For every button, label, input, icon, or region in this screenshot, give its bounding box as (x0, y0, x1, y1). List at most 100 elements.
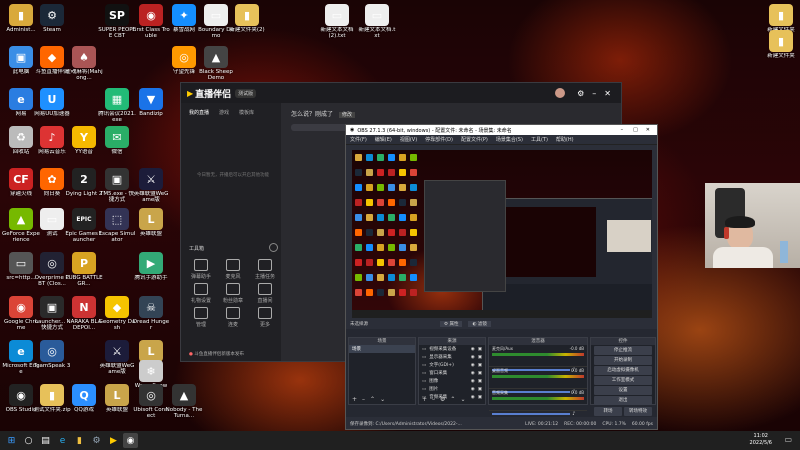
desktop-icon[interactable]: L英雄联盟 (132, 208, 170, 237)
lock-icon[interactable]: ▣ (478, 347, 482, 352)
remove-scene-icon[interactable]: – (362, 396, 365, 403)
remove-source-icon[interactable]: – (432, 396, 435, 403)
desktop-icon[interactable]: ▦ 腾讯会议2021.exe (98, 88, 136, 123)
desktop-icon[interactable]: P PUBG BATTLEGR... (65, 252, 103, 287)
scene-up-icon[interactable]: ⌃ (370, 396, 375, 403)
source-item[interactable]: ▭ 图像 ◉ ▣ (419, 377, 485, 385)
add-source-icon[interactable]: + (422, 396, 427, 403)
control-button[interactable]: 开始录制 (594, 356, 652, 365)
visibility-icon[interactable]: ◉ (471, 347, 475, 352)
desktop-icon[interactable]: L英雄联盟 (98, 384, 136, 413)
tool-item[interactable]: 主播任务 (253, 259, 277, 280)
tab-templates[interactable]: 模板库 (239, 109, 254, 116)
add-scene-icon[interactable]: + (352, 396, 357, 403)
avatar[interactable] (555, 88, 566, 98)
visibility-icon[interactable]: ◉ (471, 395, 475, 400)
lock-icon[interactable]: ▣ (478, 355, 482, 360)
visibility-icon[interactable]: ◉ (471, 355, 475, 360)
desktop-icon[interactable]: ▮新建文件夹 (762, 30, 800, 59)
obs-menu-item[interactable]: 配置文件(P) (461, 136, 488, 143)
source-item[interactable]: ▭ 文字(GDI+) ◉ ▣ (419, 361, 485, 369)
source-settings-icon[interactable]: ⚙ (440, 396, 445, 403)
transition-button[interactable]: 转场 (594, 407, 622, 416)
source-item[interactable]: ▭ 显示器采集 ◉ ▣ (419, 353, 485, 361)
livehelper-taskbar-icon[interactable]: ▶ (106, 433, 121, 448)
explorer-taskbar-icon[interactable]: ▮ (72, 433, 87, 448)
edge-taskbar-icon[interactable]: e (55, 433, 70, 448)
obs-menu-item[interactable]: 停靠部件(D) (425, 136, 453, 143)
obs-maximize-icon[interactable]: □ (633, 127, 638, 133)
control-button[interactable]: 工作室模式 (594, 376, 652, 385)
mute-icon[interactable]: ♪ (572, 411, 575, 417)
desktop-icon[interactable]: ⬚ Escape Simulator (98, 208, 136, 243)
control-button[interactable]: 启动虚拟摄像机 (594, 366, 652, 375)
obs-menu-item[interactable]: 帮助(H) (556, 136, 574, 143)
tool-item[interactable]: 礼物设置 (189, 283, 213, 304)
obs-titlebar[interactable]: ◉ OBS 27.1.3 (64-bit, windows) - 配置文件: 未… (346, 125, 657, 135)
desktop-icon[interactable]: ▼ Bandizip (132, 88, 170, 117)
lock-icon[interactable]: ▣ (478, 363, 482, 368)
source-item[interactable]: ▭ 视频采集设备 ◉ ▣ (419, 345, 485, 353)
control-button[interactable]: 设置 (594, 386, 652, 395)
start-button[interactable]: ⊞ (4, 433, 19, 448)
scene-item[interactable]: 场景 (349, 345, 415, 353)
lock-icon[interactable]: ▣ (478, 395, 482, 400)
volume-slider[interactable] (492, 413, 571, 415)
visibility-icon[interactable]: ◉ (471, 387, 475, 392)
obs-menu-item[interactable]: 编辑(E) (375, 136, 392, 143)
room-title[interactable]: 怎么说？刚成了 (291, 111, 333, 118)
properties-button[interactable]: ⚙ 属性 (440, 321, 463, 327)
tool-item[interactable]: 直播间 (253, 283, 277, 304)
desktop-icon[interactable]: ⚙ Steam (33, 4, 71, 33)
lock-icon[interactable]: ▣ (478, 387, 482, 392)
tool-item[interactable]: 更多 (253, 307, 277, 328)
obs-close-icon[interactable]: ✕ (646, 127, 650, 133)
filters-button[interactable]: ◐ 滤镜 (468, 321, 491, 327)
settings-icon[interactable]: ⚙ (577, 89, 584, 98)
obs-window[interactable]: ◉ OBS 27.1.3 (64-bit, windows) - 配置文件: 未… (345, 124, 658, 430)
desktop-icon[interactable]: ⚔ 英雄联盟WeGame版 (98, 340, 136, 375)
visibility-icon[interactable]: ◉ (471, 363, 475, 368)
desktop-icon[interactable]: ▲ Nobody - The Turna... (165, 384, 203, 419)
desktop-icon[interactable]: SP SUPER PEOPLE CBT (98, 4, 136, 39)
lock-icon[interactable]: ▣ (478, 371, 482, 376)
visibility-icon[interactable]: ◉ (471, 371, 475, 376)
tool-item[interactable]: 粉丝勋章 (221, 283, 245, 304)
obs-menu-item[interactable]: 工具(T) (531, 136, 548, 143)
control-button[interactable]: 退出 (594, 396, 652, 405)
desktop-icon[interactable]: ▮新建文件夹 (762, 4, 800, 33)
control-button[interactable]: 停止推流 (594, 346, 652, 355)
tools-collapse-icon[interactable] (269, 243, 278, 252)
notification-icon[interactable]: ▭ (784, 435, 792, 444)
desktop-icon[interactable]: ◆ Geometry Dash (98, 296, 136, 331)
taskview-icon[interactable]: ▤ (38, 433, 53, 448)
desktop-icon[interactable]: ▲ Black Sheep Demo (197, 46, 235, 81)
desktop-icon[interactable]: ◎ TeamSpeak 3 (33, 340, 71, 369)
minimize-icon[interactable]: – (592, 89, 596, 98)
scene-down-icon[interactable]: ⌄ (380, 396, 385, 403)
tab-my-live[interactable]: 我的直播 (189, 109, 209, 116)
livehelper-titlebar[interactable]: ▶ 直播伴侣 测试版 ⚙ – ✕ (181, 83, 621, 103)
search-icon[interactable]: ○ (21, 433, 36, 448)
system-clock[interactable]: 11:02 2022/5/6 (750, 433, 772, 447)
room-edit-tag[interactable]: 修改 (338, 112, 355, 118)
transition-effects-button[interactable]: 转场特效 (624, 407, 652, 416)
source-up-icon[interactable]: ⌃ (450, 396, 455, 403)
bottom-notice[interactable]: ● 斗鱼直播伴侣新版本发布 (189, 351, 244, 357)
desktop-icon[interactable]: ♠ 雀魂麻将(Mahjong... (65, 46, 103, 81)
obs-preview[interactable] (352, 150, 652, 318)
desktop-icon[interactable]: ☠ Dread Hunger (132, 296, 170, 331)
desktop-icon[interactable]: ▣ TM5.exe - 快捷方式 (98, 168, 136, 203)
lock-icon[interactable]: ▣ (478, 379, 482, 384)
tab-games[interactable]: 游戏 (219, 109, 229, 116)
category-chip[interactable] (291, 124, 351, 131)
obs-taskbar-icon[interactable]: ◉ (123, 433, 138, 448)
obs-menu-item[interactable]: 场景集合(S) (496, 136, 523, 143)
steam-taskbar-icon[interactable]: ⚙ (89, 433, 104, 448)
close-icon[interactable]: ✕ (604, 89, 611, 98)
source-down-icon[interactable]: ⌄ (460, 396, 465, 403)
desktop-icon[interactable]: ▶ 腾讯手游助手 (132, 252, 170, 281)
desktop-icon[interactable]: ✉ 微信 (98, 126, 136, 155)
tool-item[interactable]: 麦克风 (221, 259, 245, 280)
desktop-icon[interactable]: ▮ 新建文件夹(2) (228, 4, 266, 33)
